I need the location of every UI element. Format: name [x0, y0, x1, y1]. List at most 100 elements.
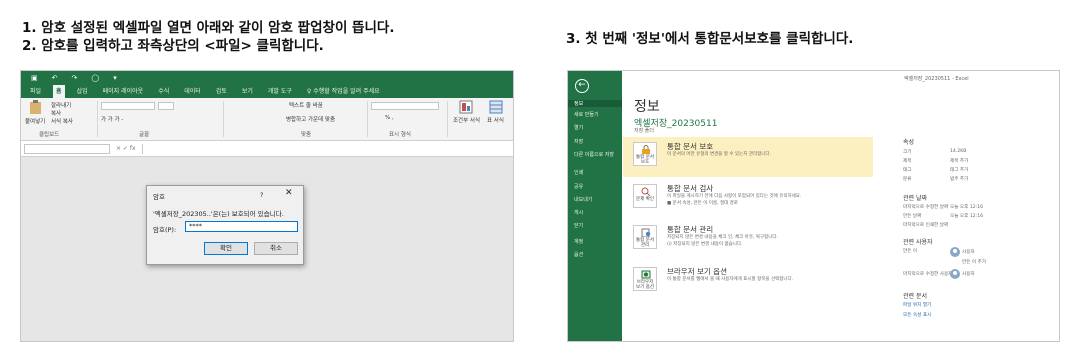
sidebar-item-new[interactable]: 새로 만들기 — [574, 111, 599, 118]
paste-label: 붙여넣기 — [25, 119, 46, 125]
tab-formulas[interactable]: 수식 — [155, 85, 172, 98]
name-box[interactable] — [24, 143, 110, 154]
merge-center-button[interactable]: 병합하고 가운데 맞춤 — [286, 115, 335, 123]
ribbon-home: 붙여넣기 잘라내기 복사 서식 복사 클립보드 가 가 가 - 글꼴 텍스트 줄… — [21, 98, 513, 141]
font-name-select[interactable] — [101, 102, 155, 110]
window-filename: 엑셀저장_20230511 - Excel — [904, 76, 969, 82]
add-author-link[interactable]: 만든 이 추가 — [962, 259, 986, 265]
formula-input[interactable] — [141, 143, 513, 154]
number-format-buttons[interactable]: % , — [385, 115, 394, 121]
formula-icons: × ✓ fx — [116, 145, 136, 152]
tab-file[interactable]: 파일 — [27, 85, 44, 98]
option-desc-detail: (i) 저장되지 않은 변경 내용이 없습니다. — [667, 242, 743, 247]
page-title: 정보 — [634, 99, 660, 115]
table-format-label: 표 서식 — [487, 118, 504, 124]
undo-icon[interactable]: ↶ — [52, 74, 58, 82]
browser-view-button[interactable]: 브라우저 보기 옵션 — [633, 267, 657, 291]
format-painter-button[interactable]: 서식 복사 — [51, 117, 73, 125]
tab-review[interactable]: 검토 — [213, 85, 230, 98]
redo-icon[interactable]: ↷ — [72, 74, 78, 82]
tell-me-search[interactable]: ♀ 수행할 작업을 알려 주세요 — [304, 85, 383, 98]
sidebar-item-account[interactable]: 계정 — [574, 238, 583, 245]
save-icon[interactable]: ▣ — [31, 74, 38, 82]
inspect-workbook-option[interactable]: 문제 확인 통합 문서 검사 이 파일을 게시하기 전에 다음 사항이 포함되어… — [623, 179, 873, 219]
modified-by-name: 사용자 — [962, 272, 975, 277]
password-input[interactable]: **** — [185, 221, 298, 232]
table-format-button[interactable]: 표 서식 — [483, 100, 509, 128]
prop-key: 분류 — [903, 177, 912, 182]
prop-value[interactable]: 태그 추가 — [950, 167, 968, 173]
tab-home[interactable]: 홈 — [53, 85, 65, 98]
group-align-label: 맞춤 — [301, 132, 312, 138]
table-format-icon — [489, 100, 503, 114]
related-docs-heading: 관련 문서 — [903, 293, 927, 300]
qat-dropdown-icon[interactable]: ▾ — [113, 74, 117, 82]
caption-line-2: 2. 암호를 입력하고 좌측상단의 <파일> 클릭합니다. — [22, 38, 324, 54]
number-format-select[interactable] — [371, 102, 439, 110]
date-value: 오늘 오후 12:16 — [950, 214, 984, 219]
sidebar-item-print[interactable]: 인쇄 — [574, 169, 583, 176]
close-icon[interactable]: ✕ — [285, 188, 293, 198]
tab-view[interactable]: 보기 — [239, 85, 256, 98]
wrap-text-button[interactable]: 텍스트 줄 바꿈 — [289, 101, 323, 109]
protect-icon-label: 통합 문서 보호 — [636, 155, 654, 165]
tab-data[interactable]: 데이터 — [181, 85, 204, 98]
sidebar-item-save[interactable]: 저장 — [574, 138, 583, 145]
conditional-format-label: 조건부 서식 — [453, 118, 481, 124]
ribbon-tabs: 파일 홈 삽입 페이지 레이아웃 수식 데이터 검토 보기 개발 도구 ♀ 수행… — [21, 84, 513, 98]
option-desc: 이 통합 문서를 웹에서 볼 때 사용자에게 표시할 항목을 선택합니다. — [667, 277, 794, 282]
cancel-button[interactable]: 취소 — [254, 242, 298, 255]
autosave-icon[interactable]: ◯ — [91, 74, 99, 82]
manage-workbook-option[interactable]: 통합 문서 관리 통합 문서 관리 저장되지 않은 변경 내용을 체크 인, 체… — [623, 220, 873, 260]
author-key: 만든 이 — [903, 249, 918, 254]
date-key: 마지막으로 수정한 날짜 — [903, 205, 949, 210]
manage-workbook-icon — [641, 228, 651, 237]
protect-workbook-button[interactable]: 통합 문서 보호 — [633, 142, 657, 166]
sidebar-item-options[interactable]: 옵션 — [574, 251, 583, 258]
password-dialog: 암호 ? ✕ '엑셀저장_202305..'은(는) 보호되어 있습니다. 암호… — [146, 185, 304, 265]
dialog-message: '엑셀저장_202305..'은(는) 보호되어 있습니다. — [153, 210, 284, 218]
tab-page-layout[interactable]: 페이지 레이아웃 — [100, 85, 147, 98]
sidebar-item-share[interactable]: 공유 — [574, 183, 583, 190]
browser-view-option[interactable]: 브라우저 보기 옵션 브라우저 보기 옵션 이 통합 문서를 웹에서 볼 때 사… — [623, 262, 873, 302]
font-size-select[interactable] — [158, 102, 174, 110]
sidebar-item-open[interactable]: 열기 — [574, 124, 583, 131]
sidebar-item-save-as[interactable]: 다른 이름으로 저장 — [574, 151, 614, 158]
open-file-location-link[interactable]: 파일 위치 열기 — [903, 302, 931, 308]
copy-button[interactable]: 복사 — [51, 109, 61, 117]
date-value: 오늘 오후 12:16 — [950, 205, 984, 210]
tab-insert[interactable]: 삽입 — [74, 85, 91, 98]
date-key: 마지막으로 인쇄한 날짜 — [903, 223, 949, 228]
ok-button[interactable]: 확인 — [204, 242, 248, 255]
caption-line-1: 1. 암호 설정된 엑셀파일 열면 아래와 같이 암호 팝업창이 뜹니다. — [22, 20, 395, 36]
back-arrow-icon[interactable]: ← — [575, 79, 589, 93]
check-issues-button[interactable]: 문제 확인 — [633, 184, 657, 208]
title-bar: ▣ ↶ ↷ ◯ ▾ — [21, 71, 513, 84]
option-title: 통합 문서 관리 — [667, 225, 714, 234]
help-icon[interactable]: ? — [260, 191, 263, 199]
modified-by-key: 마지막으로 수정한 사용자 — [903, 272, 953, 277]
excel-window-screenshot: ▣ ↶ ↷ ◯ ▾ 파일 홈 삽입 페이지 레이아웃 수식 데이터 검토 보기 … — [20, 70, 514, 342]
conditional-format-button[interactable]: 조건부 서식 — [453, 100, 481, 128]
tab-developer[interactable]: 개발 도구 — [265, 85, 295, 98]
prop-value[interactable]: 제목 추가 — [950, 158, 968, 164]
sidebar-item-export[interactable]: 내보내기 — [574, 196, 592, 203]
prop-key: 제목 — [903, 159, 912, 164]
prop-value: 14.2KB — [950, 149, 967, 154]
dates-heading: 관련 날짜 — [903, 195, 927, 202]
ribbon-divider — [97, 101, 98, 137]
sidebar-item-info[interactable]: 정보 — [568, 100, 622, 107]
font-style-buttons[interactable]: 가 가 가 - — [101, 115, 123, 123]
password-label: 암호(P): — [153, 226, 177, 234]
paste-button[interactable]: 붙여넣기 — [25, 100, 47, 128]
sidebar-item-publish[interactable]: 게시 — [574, 209, 583, 216]
cut-button[interactable]: 잘라내기 — [51, 101, 71, 109]
properties-heading[interactable]: 속성 — [903, 137, 914, 146]
inspect-icon-label: 문제 확인 — [636, 197, 654, 202]
manage-workbook-button[interactable]: 통합 문서 관리 — [633, 225, 657, 249]
prop-value[interactable]: 범주 추가 — [950, 176, 968, 182]
author-name: 사용자 — [962, 250, 975, 255]
sidebar-item-close[interactable]: 닫기 — [574, 222, 583, 229]
show-all-properties-link[interactable]: 모든 속성 표시 — [903, 312, 931, 318]
protect-workbook-option[interactable]: 통합 문서 보호 통합 문서 보호 이 문서의 어떤 유형의 변경을 할 수 있… — [623, 137, 873, 177]
